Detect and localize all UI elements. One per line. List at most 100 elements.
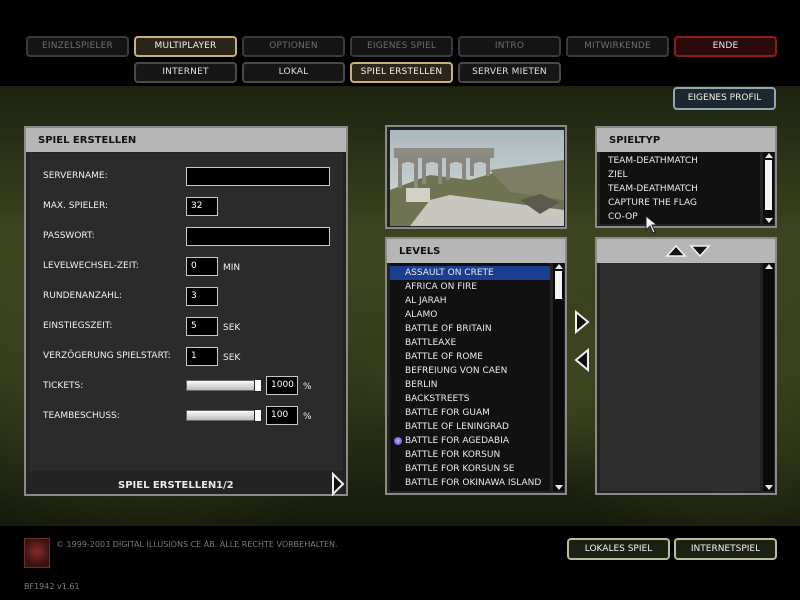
tickets-slider-knob[interactable] — [254, 379, 262, 392]
nav-intro-button[interactable]: INTRO — [458, 36, 561, 57]
page-indicator: 1/2 — [216, 480, 234, 491]
spawn-time-unit: SEK — [223, 323, 241, 333]
game-type-item[interactable]: ZIEL — [600, 168, 760, 182]
scroll-down-icon[interactable] — [765, 485, 773, 490]
level-change-label: LEVELWECHSEL-ZEIT: — [43, 261, 139, 271]
max-players-label: MAX. SPIELER: — [43, 201, 108, 211]
local-game-button[interactable]: LOKALES SPIEL — [567, 538, 670, 560]
nav-eigenes-spiel-button[interactable]: EIGENES SPIEL — [350, 36, 453, 57]
game-type-item[interactable]: TEAM-DEATHMATCH — [600, 182, 760, 196]
level-item-label: BATTLE FOR AGEDABIA — [405, 436, 509, 446]
tickets-slider[interactable] — [186, 379, 262, 392]
scroll-down-icon[interactable] — [555, 485, 563, 490]
rounds-label: RUNDENANZAHL: — [43, 291, 122, 301]
levels-scrollbar[interactable] — [553, 263, 564, 491]
game-type-panel: SPIELTYP TEAM-DEATHMATCH ZIEL TEAM-DEATH… — [595, 126, 777, 228]
level-item[interactable]: BATTLE OF LENINGRAD — [390, 420, 550, 434]
start-delay-unit: SEK — [223, 353, 241, 363]
move-up-icon[interactable] — [665, 244, 687, 258]
scroll-up-icon[interactable] — [555, 264, 563, 269]
level-item[interactable]: BATTLE FOR OKINAWA ISLAND — [390, 476, 550, 490]
level-item[interactable]: BACKSTREETS — [390, 392, 550, 406]
game-type-scrollbar[interactable] — [763, 152, 774, 224]
level-change-input[interactable]: 0 — [186, 257, 218, 276]
level-item[interactable]: ASSAULT ON CRETE — [390, 266, 550, 280]
game-type-list: TEAM-DEATHMATCH ZIEL TEAM-DEATHMATCH CAP… — [600, 152, 760, 224]
subnav-internet-button[interactable]: INTERNET — [134, 62, 237, 83]
scroll-up-icon[interactable] — [765, 153, 773, 158]
team-damage-slider-knob[interactable] — [254, 409, 262, 422]
move-down-icon[interactable] — [689, 244, 711, 258]
game-type-item[interactable]: TEAM-DEATHMATCH — [600, 154, 760, 168]
mouse-cursor-icon — [645, 215, 659, 234]
rotation-header — [597, 239, 775, 263]
game-type-title: SPIELTYP — [597, 128, 775, 152]
next-page-arrow-icon[interactable] — [330, 472, 346, 496]
subnav-lokal-button[interactable]: LOKAL — [242, 62, 345, 83]
max-players-input[interactable]: 32 — [186, 197, 218, 216]
version-text: BF1942 v1.61 — [24, 582, 80, 591]
nav-einzelspieler-button[interactable]: EINZELSPIELER — [26, 36, 129, 57]
nav-multiplayer-button[interactable]: MULTIPLAYER — [134, 36, 237, 57]
copyright-text: © 1999-2003 DIGITAL ILLUSIONS CE AB. ALL… — [56, 540, 338, 549]
level-item[interactable]: BATTLE FOR AGEDABIA — [390, 434, 550, 448]
level-item[interactable]: BEFREIUNG VON CAEN — [390, 364, 550, 378]
level-item[interactable]: BATTLE FOR KORSUN — [390, 448, 550, 462]
password-input[interactable] — [186, 227, 330, 246]
nav-ende-button[interactable]: ENDE — [674, 36, 777, 57]
start-delay-label: VERZÖGERUNG SPIELSTART: — [43, 351, 171, 361]
map-preview-panel — [385, 125, 567, 229]
level-item[interactable]: BATTLE FOR KORSUN SE — [390, 462, 550, 476]
nav-optionen-button[interactable]: OPTIONEN — [242, 36, 345, 57]
create-game-footer-label: SPIEL ERSTELLEN — [118, 480, 217, 491]
remove-level-arrow-icon[interactable] — [572, 348, 592, 372]
levels-list: ASSAULT ON CRETE AFRICA ON FIRE AL JARAH… — [390, 263, 550, 491]
tickets-unit: % — [303, 382, 312, 392]
tickets-slider-fill — [187, 381, 261, 390]
tickets-input[interactable]: 1000 — [266, 376, 298, 395]
level-item[interactable]: BATTLE OF ROME — [390, 350, 550, 364]
level-item[interactable]: AFRICA ON FIRE — [390, 280, 550, 294]
team-damage-slider-fill — [187, 411, 261, 420]
scroll-thumb[interactable] — [555, 271, 562, 299]
rotation-scrollbar[interactable] — [763, 263, 774, 491]
team-damage-input[interactable]: 100 — [266, 406, 298, 425]
rotation-list[interactable] — [600, 263, 760, 491]
profile-button[interactable]: EIGENES PROFIL — [673, 87, 776, 110]
level-item[interactable]: BATTLE OF BRITAIN — [390, 322, 550, 336]
scroll-thumb[interactable] — [765, 160, 772, 210]
rounds-input[interactable]: 3 — [186, 287, 218, 306]
team-damage-slider[interactable] — [186, 409, 262, 422]
create-game-title: SPIEL ERSTELLEN — [26, 128, 346, 152]
nav-mitwirkende-button[interactable]: MITWIRKENDE — [566, 36, 669, 57]
create-game-panel: SPIEL ERSTELLEN SERVERNAME: MAX. SPIELER… — [24, 126, 348, 496]
level-change-unit: MIN — [223, 263, 241, 273]
map-preview-image — [390, 130, 564, 226]
servername-label: SERVERNAME: — [43, 171, 108, 181]
scroll-up-icon[interactable] — [765, 264, 773, 269]
level-item[interactable]: BATTLEAXE — [390, 336, 550, 350]
levels-panel: LEVELS ASSAULT ON CRETE AFRICA ON FIRE A… — [385, 237, 567, 495]
password-label: PASSWORT: — [43, 231, 95, 241]
servername-input[interactable] — [186, 167, 330, 186]
spawn-time-label: EINSTIEGSZEIT: — [43, 321, 113, 331]
subnav-spiel-erstellen-button[interactable]: SPIEL ERSTELLEN — [350, 62, 453, 83]
create-game-form: SERVERNAME: MAX. SPIELER: 32 PASSWORT: L… — [29, 153, 343, 471]
subnav-server-mieten-button[interactable]: SERVER MIETEN — [458, 62, 561, 83]
add-level-arrow-icon[interactable] — [572, 310, 592, 334]
level-item[interactable]: ALAMO — [390, 308, 550, 322]
scroll-down-icon[interactable] — [765, 218, 773, 223]
level-item[interactable]: BATTLE FOR GUAM — [390, 406, 550, 420]
game-logo-icon — [24, 538, 50, 568]
game-type-item[interactable]: CO-OP — [600, 210, 760, 224]
spawn-time-input[interactable]: 5 — [186, 317, 218, 336]
team-damage-label: TEAMBESCHUSS: — [43, 411, 120, 421]
mod-globe-icon — [394, 437, 402, 445]
game-type-item[interactable]: CAPTURE THE FLAG — [600, 196, 760, 210]
team-damage-unit: % — [303, 412, 312, 422]
start-delay-input[interactable]: 1 — [186, 347, 218, 366]
level-item[interactable]: AL JARAH — [390, 294, 550, 308]
level-item[interactable]: BERLIN — [390, 378, 550, 392]
internet-game-button[interactable]: INTERNETSPIEL — [674, 538, 777, 560]
rotation-panel — [595, 237, 777, 495]
